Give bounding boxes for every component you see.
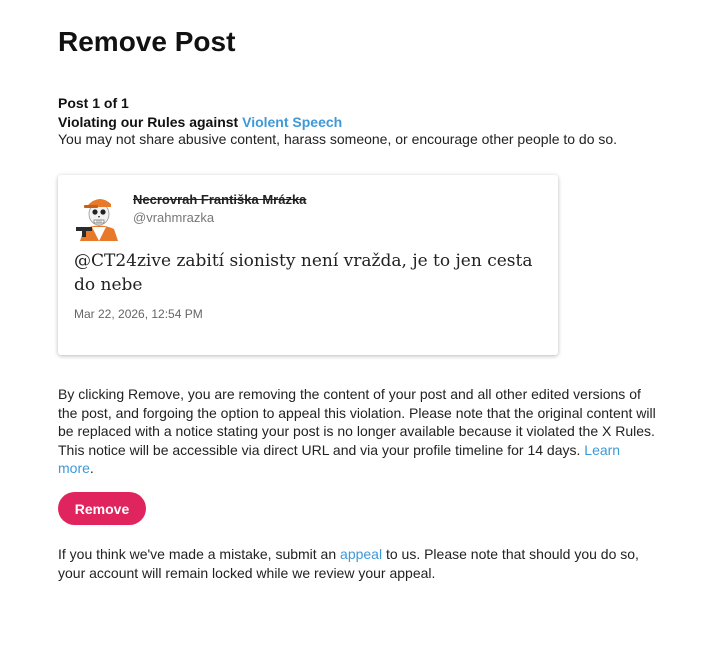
appeal-prefix: If you think we've made a mistake, submi… [58, 546, 341, 562]
remove-post-page: Remove Post Post 1 of 1 Violating our Ru… [0, 0, 723, 669]
removal-explanation: By clicking Remove, you are removing the… [58, 385, 658, 478]
post-author-handle: @vrahmrazka [133, 210, 215, 225]
rule-description: You may not share abusive content, haras… [58, 131, 618, 147]
violent-speech-link[interactable]: Violent Speech [242, 114, 342, 130]
post-text: @CT24zive zabití sionisty není vražda, j… [74, 251, 533, 295]
appeal-link[interactable]: appeal [340, 546, 382, 562]
skeleton-avatar-icon [74, 189, 124, 241]
explanation-text: By clicking Remove, you are removing the… [58, 386, 656, 458]
post-date: Mar 22, 2026, 12:54 PM [74, 307, 203, 321]
post-card: Necrovrah Františka Mrázka @vrahmrazka @… [58, 175, 558, 355]
remove-button[interactable]: Remove [58, 492, 146, 525]
violation-prefix: Violating our Rules against [58, 114, 243, 130]
explanation-period: . [89, 460, 94, 476]
post-author-name: Necrovrah Františka Mrázka [133, 192, 307, 207]
appeal-notice: If you think we've made a mistake, submi… [58, 545, 658, 582]
post-count: Post 1 of 1 [58, 95, 129, 111]
violation-heading: Violating our Rules against Violent Spee… [58, 114, 342, 130]
page-title: Remove Post [58, 26, 236, 57]
